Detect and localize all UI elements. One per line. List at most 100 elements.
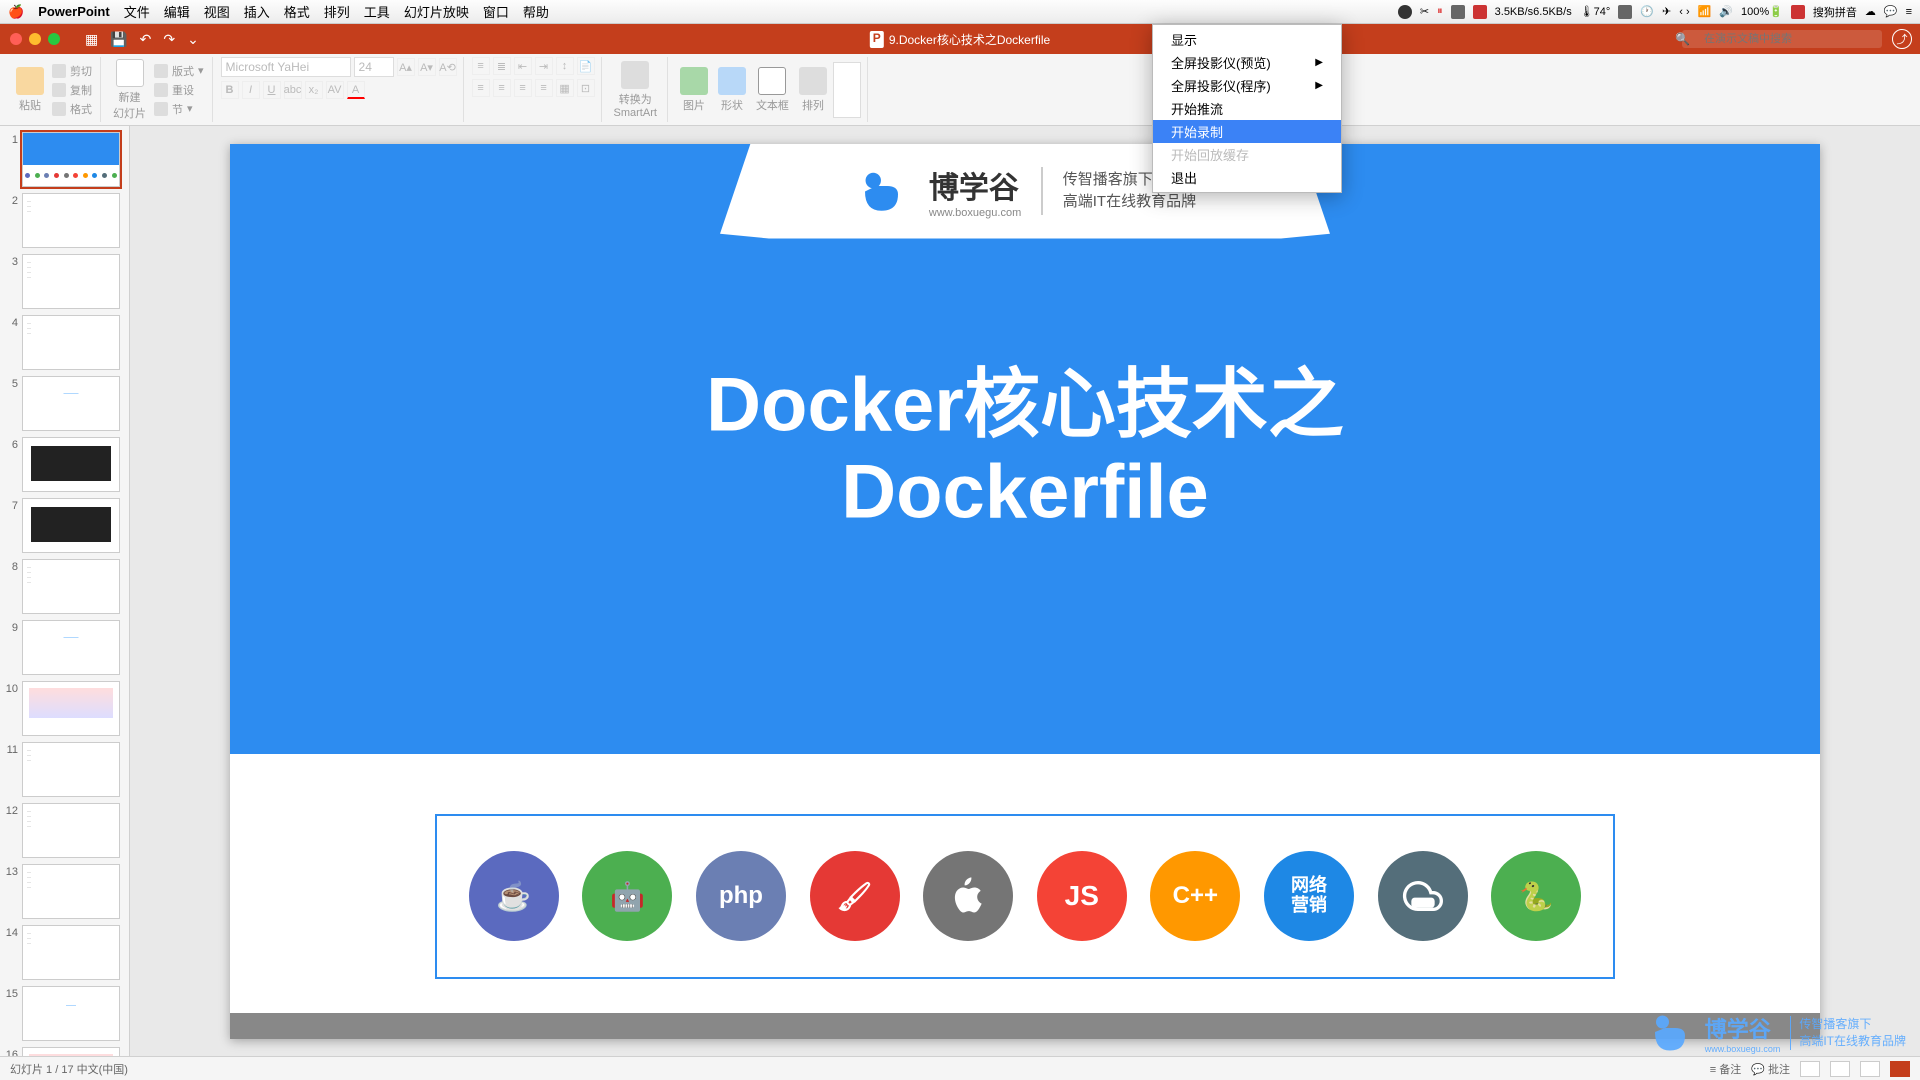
slideshow-view-button[interactable] bbox=[1890, 1061, 1910, 1077]
nav-icon[interactable]: ‹ › bbox=[1679, 6, 1689, 18]
strike-button[interactable]: abc bbox=[284, 81, 302, 99]
sorter-view-button[interactable] bbox=[1830, 1061, 1850, 1077]
menu-insert[interactable]: 插入 bbox=[244, 2, 270, 21]
picture-button[interactable]: 图片 bbox=[676, 65, 712, 115]
qat-redo-icon[interactable]: ↷ bbox=[163, 31, 175, 48]
apple-icon[interactable]: 🍎 bbox=[8, 4, 24, 20]
cloud-icon[interactable]: ☁ bbox=[1865, 5, 1876, 18]
clock-icon[interactable]: 🕐 bbox=[1640, 5, 1654, 18]
qat-undo-icon[interactable]: ↶ bbox=[140, 31, 152, 48]
activity-icon[interactable] bbox=[1451, 5, 1465, 19]
qat-view-icon[interactable]: ▦ bbox=[85, 31, 98, 48]
thumb-3[interactable]: ———— bbox=[22, 254, 120, 309]
decrease-font-button[interactable]: A▾ bbox=[418, 58, 436, 76]
thumb-4[interactable]: ——— bbox=[22, 315, 120, 370]
section-button[interactable]: 节 ▾ bbox=[152, 100, 206, 118]
thumb-10[interactable] bbox=[22, 681, 120, 736]
justify-button[interactable]: ≡ bbox=[535, 79, 553, 97]
smartart-button[interactable]: 转换为 SmartArt bbox=[610, 59, 661, 121]
thumb-11[interactable]: ——— bbox=[22, 742, 120, 797]
layout-button[interactable]: 版式 ▾ bbox=[152, 62, 206, 80]
minimize-button[interactable] bbox=[29, 33, 41, 45]
chat-icon[interactable]: 💬 bbox=[1884, 5, 1898, 18]
graph-icon[interactable] bbox=[1473, 5, 1487, 19]
notes-button[interactable]: ≡ 备注 bbox=[1710, 1061, 1741, 1077]
dd-fullscreen-preview[interactable]: 全屏投影仪(预览)▶ bbox=[1153, 51, 1341, 74]
shapes-button[interactable]: 形状 bbox=[714, 65, 750, 115]
share-button[interactable]: ⤴ bbox=[1892, 29, 1912, 49]
font-color-button[interactable]: A bbox=[347, 81, 365, 99]
maximize-button[interactable] bbox=[48, 33, 60, 45]
menu-arrange[interactable]: 排列 bbox=[324, 2, 350, 21]
ime-label[interactable]: 搜狗拼音 bbox=[1813, 4, 1857, 20]
arrange-button[interactable]: 排列 bbox=[795, 65, 831, 115]
paste-button[interactable]: 粘贴 bbox=[12, 65, 48, 115]
textbox-button[interactable]: 文本框 bbox=[752, 65, 793, 115]
thumb-16[interactable] bbox=[22, 1047, 120, 1056]
align-left-button[interactable]: ≡ bbox=[472, 79, 490, 97]
qat-more-icon[interactable]: ⌄ bbox=[187, 31, 199, 48]
bold-button[interactable]: B bbox=[221, 81, 239, 99]
dd-start-stream[interactable]: 开始推流 bbox=[1153, 97, 1341, 120]
dd-start-record[interactable]: 开始录制 bbox=[1153, 120, 1341, 143]
indent-button[interactable]: ⇥ bbox=[535, 57, 553, 75]
dd-fullscreen-program[interactable]: 全屏投影仪(程序)▶ bbox=[1153, 74, 1341, 97]
dd-exit[interactable]: 退出 bbox=[1153, 166, 1341, 189]
volume-icon[interactable]: 🔊 bbox=[1719, 5, 1733, 18]
italic-button[interactable]: I bbox=[242, 81, 260, 99]
thumb-8[interactable]: ———— bbox=[22, 559, 120, 614]
scissors-icon[interactable]: ✂ bbox=[1420, 5, 1429, 18]
menu-window[interactable]: 窗口 bbox=[483, 2, 509, 21]
subscript-button[interactable]: x₂ bbox=[305, 81, 323, 99]
reset-button[interactable]: 重设 bbox=[152, 81, 206, 99]
thumb-5[interactable]: ——— bbox=[22, 376, 120, 431]
thumb-2[interactable]: ——— bbox=[22, 193, 120, 248]
app-name[interactable]: PowerPoint bbox=[38, 4, 110, 19]
search-input[interactable] bbox=[1682, 30, 1882, 48]
text-direction-button[interactable]: 📄 bbox=[577, 57, 595, 75]
font-name-select[interactable]: Microsoft YaHei bbox=[221, 57, 351, 77]
align-center-button[interactable]: ≡ bbox=[493, 79, 511, 97]
shape-quick-styles[interactable] bbox=[833, 62, 861, 118]
slide-thumbnails-panel[interactable]: 1 2——— 3———— 4——— 5——— 6 7 8———— 9——— 10… bbox=[0, 126, 130, 1056]
align-right-button[interactable]: ≡ bbox=[514, 79, 532, 97]
obs-icon[interactable] bbox=[1398, 5, 1412, 19]
numbering-button[interactable]: ≣ bbox=[493, 57, 511, 75]
menu-icon[interactable]: ≡ bbox=[1906, 6, 1912, 18]
clear-format-button[interactable]: A⟲ bbox=[439, 58, 457, 76]
thumb-13[interactable]: ———— bbox=[22, 864, 120, 919]
dd-show[interactable]: 显示 bbox=[1153, 28, 1341, 51]
new-slide-button[interactable]: 新建 幻灯片 bbox=[109, 57, 150, 123]
pause-icon[interactable]: ⏸ bbox=[1437, 5, 1443, 18]
thumb-6[interactable] bbox=[22, 437, 120, 492]
wifi-icon[interactable]: 📶 bbox=[1698, 5, 1712, 18]
outdent-button[interactable]: ⇤ bbox=[514, 57, 532, 75]
thumb-7[interactable] bbox=[22, 498, 120, 553]
flag-icon[interactable] bbox=[1791, 5, 1805, 19]
comments-button[interactable]: 💬 批注 bbox=[1751, 1061, 1790, 1077]
normal-view-button[interactable] bbox=[1800, 1061, 1820, 1077]
line-spacing-button[interactable]: ↕ bbox=[556, 57, 574, 75]
menu-format[interactable]: 格式 bbox=[284, 2, 310, 21]
copy-button[interactable]: 复制 bbox=[50, 81, 94, 99]
thumb-14[interactable]: ——— bbox=[22, 925, 120, 980]
cut-button[interactable]: 剪切 bbox=[50, 62, 94, 80]
slide-canvas[interactable]: 博学谷 www.boxuegu.com 传智播客旗下 高端IT在线教育品牌 Do… bbox=[130, 126, 1920, 1056]
display-icon[interactable] bbox=[1618, 5, 1632, 19]
menu-tools[interactable]: 工具 bbox=[364, 2, 390, 21]
char-spacing-button[interactable]: AV bbox=[326, 81, 344, 99]
menu-view[interactable]: 视图 bbox=[204, 2, 230, 21]
menu-edit[interactable]: 编辑 bbox=[164, 2, 190, 21]
menu-file[interactable]: 文件 bbox=[124, 2, 150, 21]
reading-view-button[interactable] bbox=[1860, 1061, 1880, 1077]
bullets-button[interactable]: ≡ bbox=[472, 57, 490, 75]
thumb-15[interactable]: —— bbox=[22, 986, 120, 1041]
font-size-select[interactable]: 24 bbox=[354, 57, 394, 77]
increase-font-button[interactable]: A▴ bbox=[397, 58, 415, 76]
thumb-1[interactable] bbox=[22, 132, 120, 187]
menu-help[interactable]: 帮助 bbox=[523, 2, 549, 21]
align-text-button[interactable]: ⊡ bbox=[577, 79, 595, 97]
columns-button[interactable]: ▦ bbox=[556, 79, 574, 97]
thumb-12[interactable]: ———— bbox=[22, 803, 120, 858]
format-painter-button[interactable]: 格式 bbox=[50, 100, 94, 118]
